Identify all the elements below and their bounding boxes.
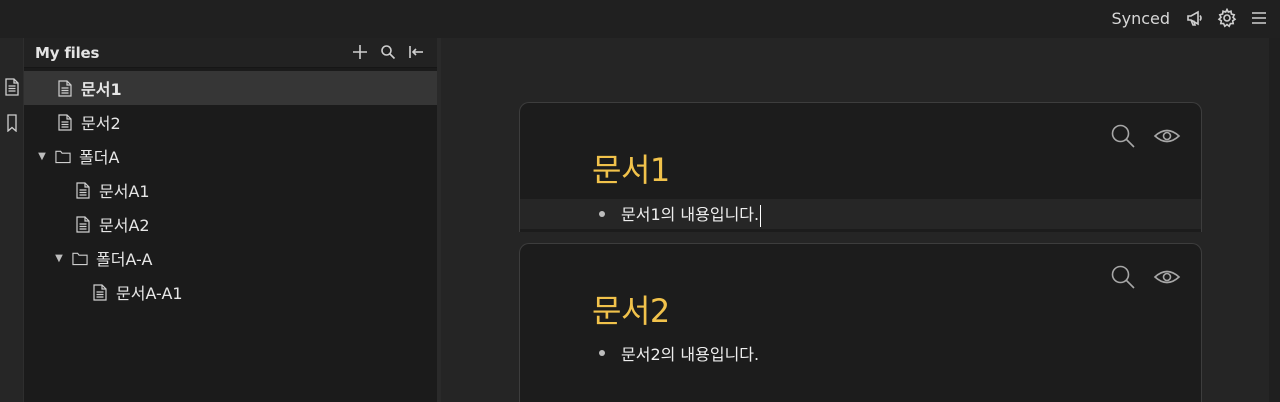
bullet-text[interactable]: 문서2의 내용입니다. [621, 341, 759, 365]
tree-item-label: 폴더A-A [96, 250, 153, 269]
folder-icon [55, 147, 71, 165]
sidebar-title: My files [35, 43, 100, 62]
file-list-icon[interactable] [3, 76, 21, 98]
tree-item-folder[interactable]: ▼ 폴더A-A [24, 241, 437, 275]
document-card: 문서2 문서2의 내용입니다. [519, 243, 1202, 402]
tree-item-file[interactable]: 문서2 [24, 105, 437, 139]
document-card: 문서1 문서1의 내용입니다. [519, 102, 1202, 232]
tree-item-folder[interactable]: ▼ 폴더A [24, 139, 437, 173]
scrollbar[interactable] [1269, 38, 1280, 402]
tree-item-file[interactable]: 문서A2 [24, 207, 437, 241]
document-title[interactable]: 문서1 [592, 145, 670, 191]
search-icon[interactable] [1109, 123, 1137, 149]
tree-item-file[interactable]: 문서1 [24, 71, 437, 105]
document-icon [75, 181, 91, 199]
eye-icon[interactable] [1153, 123, 1181, 149]
bullet-item[interactable]: 문서1의 내용입니다. [520, 199, 1201, 229]
bullet-dot[interactable] [599, 350, 605, 356]
tree-item-label: 문서A1 [99, 182, 150, 201]
tree-item-label: 문서1 [81, 80, 122, 99]
tree-item-file[interactable]: 문서A-A1 [24, 275, 437, 309]
bullet-dot[interactable] [599, 211, 605, 217]
search-icon[interactable] [1109, 264, 1137, 290]
tree-item-file[interactable]: 문서A1 [24, 173, 437, 207]
sync-status: Synced [1111, 8, 1170, 28]
file-explorer-sidebar: My files 문서1 문서2 ▼ 폴더A 문서A1 문서A2 ▼ 폴더A-A… [24, 38, 437, 402]
bullet-item[interactable]: 문서2의 내용입니다. [520, 338, 1201, 368]
bookmark-icon[interactable] [3, 112, 21, 134]
tree-item-label: 문서A2 [99, 216, 150, 235]
text-cursor [760, 204, 762, 227]
document-icon [57, 113, 73, 131]
gear-icon[interactable] [1216, 7, 1238, 29]
sidebar-header: My files [24, 38, 437, 68]
document-icon [92, 283, 108, 301]
file-tree: 문서1 문서2 ▼ 폴더A 문서A1 문서A2 ▼ 폴더A-A 문서A-A1 [24, 68, 437, 309]
main-editor-area: 문서1 문서1의 내용입니다. 문서2 문서2의 내용입니다. [441, 38, 1269, 402]
tree-item-label: 문서A-A1 [116, 284, 183, 303]
megaphone-icon[interactable] [1184, 7, 1206, 29]
folder-icon [72, 249, 88, 267]
top-bar: Synced [0, 0, 1280, 38]
tree-item-label: 문서2 [81, 114, 121, 133]
document-icon [57, 79, 73, 97]
collapse-sidebar-icon[interactable] [407, 42, 425, 62]
left-icon-rail [0, 38, 24, 402]
document-icon [75, 215, 91, 233]
bullet-text[interactable]: 문서1의 내용입니다. [621, 201, 762, 227]
caret-down-icon[interactable]: ▼ [37, 151, 47, 162]
plus-icon[interactable] [351, 42, 369, 62]
bullet-text-content[interactable]: 문서1의 내용입니다. [621, 205, 759, 224]
tree-item-label: 폴더A [79, 148, 120, 167]
caret-down-icon[interactable]: ▼ [54, 253, 64, 264]
eye-icon[interactable] [1153, 264, 1181, 290]
document-title[interactable]: 문서2 [592, 286, 670, 332]
search-icon[interactable] [379, 42, 397, 62]
hamburger-menu-icon[interactable] [1248, 7, 1270, 29]
